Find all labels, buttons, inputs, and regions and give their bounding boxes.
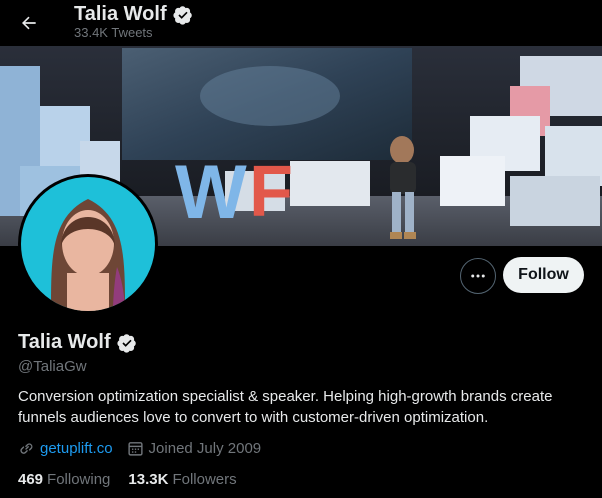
verified-badge-icon xyxy=(173,5,193,25)
profile-handle: @TaliaGw xyxy=(18,358,87,375)
website-link[interactable]: getuplift.co xyxy=(40,440,113,457)
profile-bio: Conversion optimization specialist & spe… xyxy=(18,388,553,426)
back-button[interactable] xyxy=(14,8,44,38)
verified-badge-icon[interactable] xyxy=(117,333,137,353)
avatar-photo xyxy=(21,177,155,311)
following-link[interactable]: 469 Following xyxy=(18,471,110,488)
calendar-icon xyxy=(127,442,143,456)
avatar-border xyxy=(18,174,158,314)
profile-meta: getuplift.co Joined July 2009 xyxy=(18,440,261,457)
header-name: Talia Wolf xyxy=(74,3,167,25)
followers-link[interactable]: 13.3K Followers xyxy=(128,471,236,488)
more-button[interactable] xyxy=(460,258,496,294)
profile-name-row: Talia Wolf xyxy=(18,331,137,354)
top-bar: Talia Wolf 33.4K Tweets xyxy=(0,0,602,46)
stage-letter-w: W xyxy=(175,150,247,235)
joined-date: Joined July 2009 xyxy=(148,440,262,457)
follow-button[interactable]: Follow xyxy=(503,257,584,293)
following-count: 469 xyxy=(18,471,44,488)
more-horizontal-icon xyxy=(471,274,485,278)
followers-label: Followers xyxy=(172,471,237,488)
header-title: Talia Wolf xyxy=(74,3,193,26)
joined-item: Joined July 2009 xyxy=(127,440,262,457)
link-icon xyxy=(20,443,33,454)
avatar[interactable] xyxy=(21,177,155,311)
tweets-count: 33.4K Tweets xyxy=(74,25,153,40)
stage-letter-f: F xyxy=(249,152,293,232)
profile-name: Talia Wolf xyxy=(18,331,111,353)
website-item[interactable]: getuplift.co xyxy=(18,440,113,457)
following-label: Following xyxy=(47,471,111,488)
follow-stats: 469 Following 13.3K Followers xyxy=(18,471,237,488)
arrow-left-icon xyxy=(22,16,36,30)
followers-count: 13.3K xyxy=(128,471,169,488)
